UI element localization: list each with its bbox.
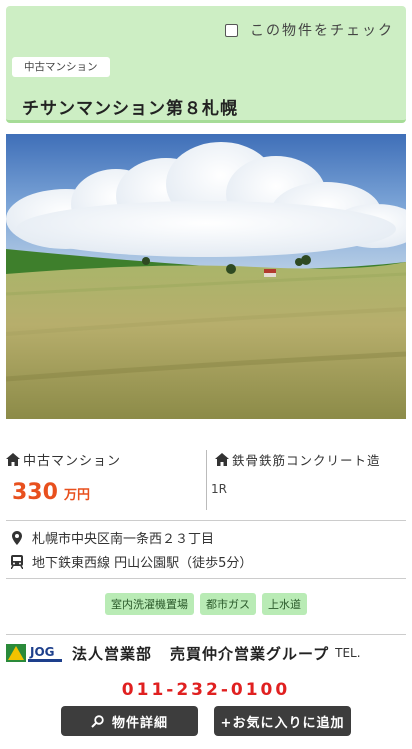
add-favorite-label[interactable]: +お気に入りに追加: [221, 712, 345, 731]
address-text: 札幌市中央区南一条西２３丁目: [32, 532, 215, 547]
check-property-label[interactable]: この物件をチェック: [250, 20, 394, 40]
check-property-checkbox[interactable]: [225, 23, 238, 37]
house-icon: [215, 453, 229, 466]
feature-tags: 室内洗濯機置場 都市ガス 上水道: [0, 593, 412, 615]
company-logo: JOG: [6, 642, 64, 664]
price-unit: 万円: [63, 488, 90, 503]
property-name[interactable]: チサンマンション第８札幌: [22, 94, 238, 119]
price: 330 万円: [12, 480, 90, 505]
train-icon: [10, 554, 24, 569]
company-info: JOG 法人営業部 売買仲介営業グループ TEL.: [6, 642, 361, 664]
structure-label: 鉄骨鉄筋コンクリート造: [232, 453, 381, 468]
house-icon: [6, 453, 20, 466]
property-type-tag: 中古マンション: [12, 57, 110, 77]
type-label: 中古マンション: [23, 454, 122, 469]
company-department: 法人営業部: [72, 644, 153, 663]
tel-label: TEL.: [335, 646, 361, 660]
add-favorite-button[interactable]: +お気に入りに追加: [214, 706, 351, 736]
property-header: この物件をチェック 中古マンション チサンマンション第８札幌: [6, 6, 406, 123]
summary-right: 鉄骨鉄筋コンクリート造 1R: [206, 450, 412, 510]
structure-line: 鉄骨鉄筋コンクリート造: [215, 450, 412, 469]
search-icon: [91, 714, 104, 728]
divider: [6, 634, 406, 635]
feature-tag: 上水道: [262, 593, 307, 615]
station-line: 地下鉄東西線 円山公園駅（徒歩5分）: [10, 552, 252, 571]
divider: [6, 578, 406, 579]
property-photo[interactable]: [6, 134, 406, 419]
layout-value: 1R: [211, 482, 227, 496]
feature-tag: 室内洗濯機置場: [105, 593, 194, 615]
summary-left: 中古マンション 330 万円: [6, 450, 206, 510]
property-detail-button[interactable]: 物件詳細: [61, 706, 198, 736]
check-property-toggle[interactable]: この物件をチェック: [225, 20, 394, 40]
summary-row: 中古マンション 330 万円 鉄骨鉄筋コンクリート造 1R: [0, 450, 412, 510]
feature-tag: 都市ガス: [200, 593, 256, 615]
address-line: 札幌市中央区南一条西２３丁目: [10, 528, 214, 547]
station-text: 地下鉄東西線 円山公園駅（徒歩5分）: [32, 556, 253, 571]
divider: [6, 520, 406, 521]
logo-text: JOG: [29, 645, 55, 659]
type-line: 中古マンション: [6, 450, 206, 469]
company-group: 売買仲介営業グループ: [170, 644, 330, 663]
phone-number[interactable]: 011-232-0100: [0, 680, 412, 700]
price-value: 330: [12, 480, 58, 505]
property-detail-label[interactable]: 物件詳細: [112, 712, 168, 731]
map-pin-icon: [10, 530, 24, 545]
